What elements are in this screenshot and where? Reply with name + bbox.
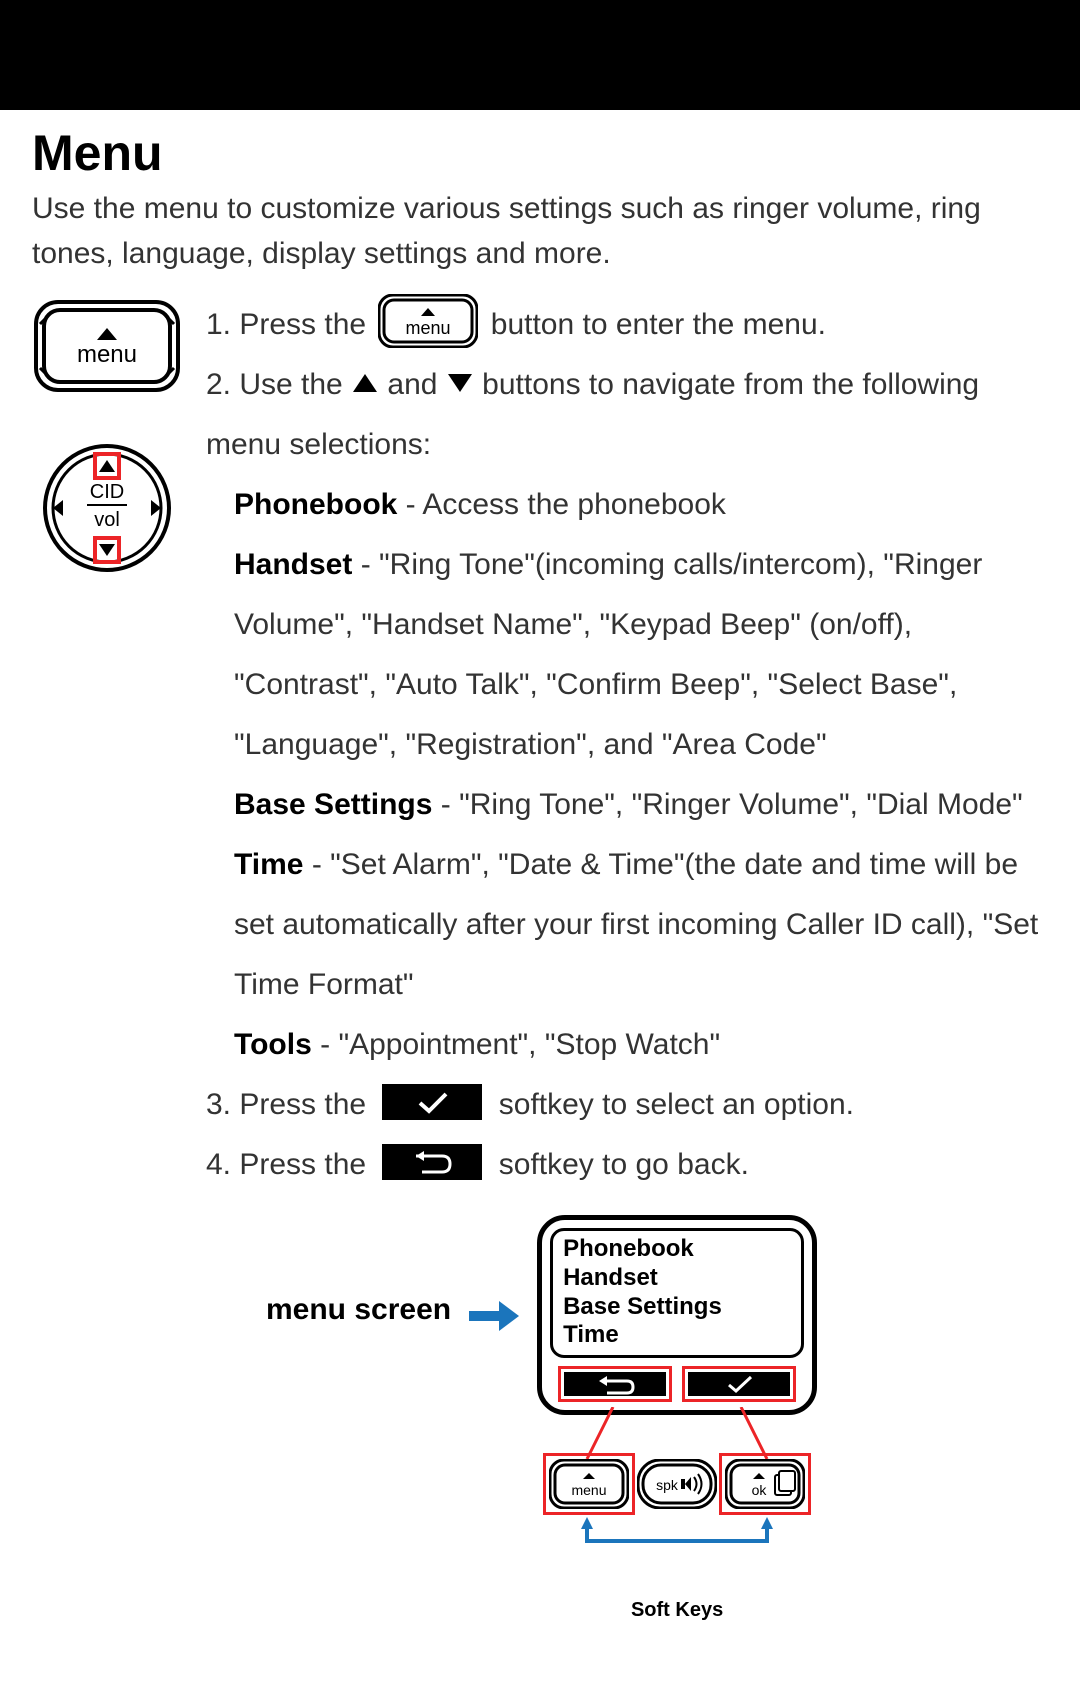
dial-cid-label: CID (90, 481, 124, 503)
svg-text:menu: menu (406, 318, 451, 338)
submenu-base-text: - "Ring Tone", "Ringer Volume", "Dial Mo… (432, 788, 1022, 821)
lcd-item-2: Base Settings (563, 1293, 791, 1322)
submenu-phonebook-text: - Access the phonebook (397, 488, 726, 521)
intro-paragraph: Use the menu to customize various settin… (32, 186, 1048, 276)
connector-lines (537, 1407, 817, 1467)
submenu-list: Phonebook - Access the phonebook Handset… (206, 475, 1048, 1075)
menu-button-large-icon: menu (34, 300, 180, 392)
device-lcd-figure: Phonebook Handset Base Settings Time (537, 1215, 817, 1622)
navigation-dial-icon: CID vol (41, 442, 173, 574)
lcd-softkey-ok (682, 1366, 796, 1402)
lcd-item-1: Handset (563, 1264, 791, 1293)
hw-key-spk: spk (637, 1459, 717, 1509)
top-black-bar (0, 0, 1080, 110)
menu-button-large-label: menu (77, 341, 137, 368)
page-content: Menu Use the menu to customize various s… (0, 110, 1080, 1662)
submenu-phonebook-label: Phonebook (234, 488, 397, 521)
page-title: Menu (32, 124, 1048, 182)
step-4: 4. Press the softkey to go back. (206, 1135, 1048, 1195)
figure-label: menu screen (266, 1215, 451, 1327)
step-2-mid: and (387, 368, 445, 401)
left-icon-column: menu CID vol (32, 294, 182, 1622)
step-3-prefix: 3. Press the (206, 1088, 374, 1121)
checkmark-softkey-icon (382, 1084, 482, 1120)
up-arrow-icon (353, 374, 377, 392)
right-text-column: 1. Press the menu button to enter the me… (206, 294, 1048, 1622)
back-softkey-icon (382, 1144, 482, 1180)
figure-arrow-icon (469, 1215, 519, 1336)
step-1-prefix: 1. Press the (206, 308, 374, 341)
dial-vol-label: vol (94, 509, 120, 531)
hw-key-menu: menu (549, 1459, 629, 1509)
svg-text:spk: spk (656, 1477, 679, 1493)
step-3-suffix: softkey to select an option. (499, 1088, 854, 1121)
submenu-handset-label: Handset (234, 548, 352, 581)
step-2-prefix: 2. Use the (206, 368, 351, 401)
step-4-suffix: softkey to go back. (499, 1148, 749, 1181)
submenu-time-label: Time (234, 848, 303, 881)
step-1-suffix: button to enter the menu. (491, 308, 826, 341)
lcd-item-0: Phonebook (563, 1235, 791, 1264)
step-2: 2. Use the and buttons to navigate from … (206, 355, 1048, 475)
submenu-base-label: Base Settings (234, 788, 432, 821)
step-1: 1. Press the menu button to enter the me… (206, 294, 1048, 355)
down-arrow-icon (448, 374, 472, 392)
softkeys-bracket-icon (537, 1517, 817, 1557)
menu-button-inline-icon: menu (378, 294, 478, 348)
menu-screen-figure: menu screen Phonebook Handset Base Setti… (206, 1215, 1048, 1622)
lcd-softkey-back (558, 1366, 672, 1402)
lcd-item-3: Time (563, 1321, 791, 1350)
submenu-tools-text: - "Appointment", "Stop Watch" (312, 1028, 720, 1061)
svg-text:ok: ok (752, 1482, 768, 1498)
step-4-prefix: 4. Press the (206, 1148, 374, 1181)
step-3: 3. Press the softkey to select an option… (206, 1075, 1048, 1135)
submenu-tools-label: Tools (234, 1028, 312, 1061)
submenu-time-text: - "Set Alarm", "Date & Time"(the date an… (234, 848, 1038, 1001)
softkeys-caption: Soft Keys (537, 1599, 817, 1622)
hw-key-ok: ok (725, 1459, 805, 1509)
svg-text:menu: menu (572, 1482, 607, 1498)
